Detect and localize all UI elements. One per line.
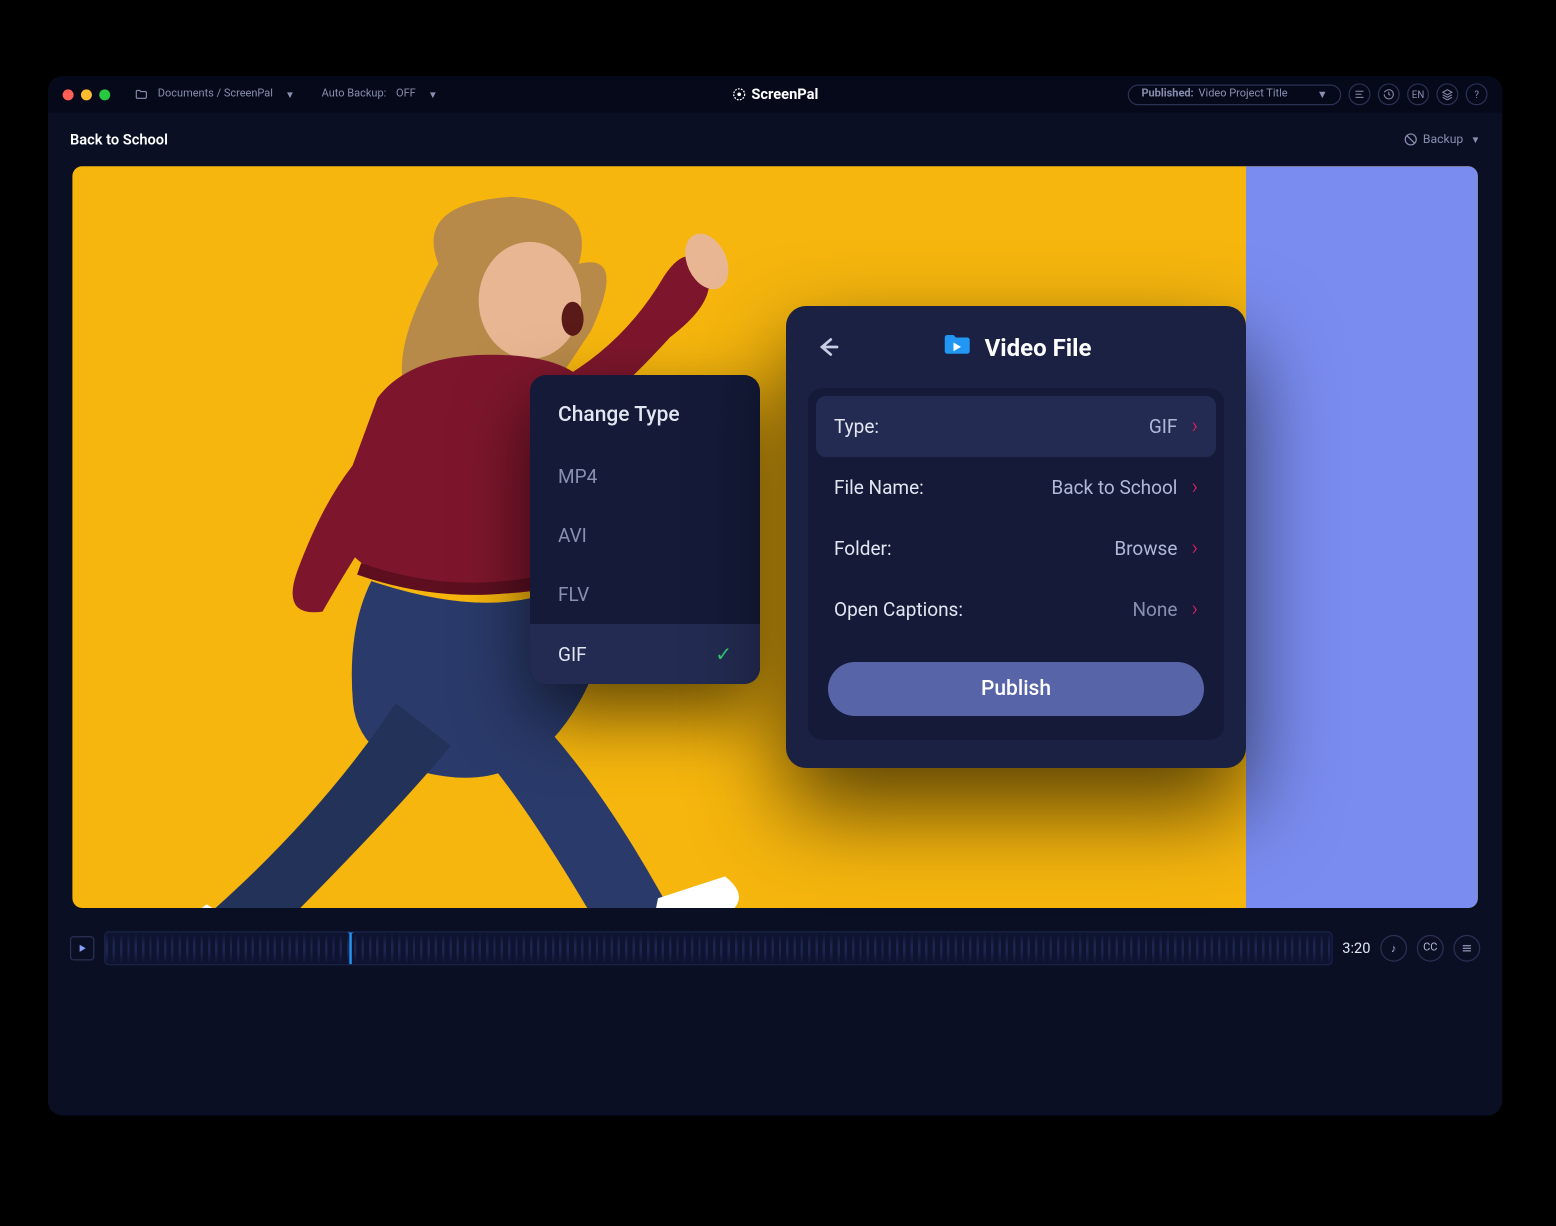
canvas-wrap: [48, 166, 1502, 908]
duration: 3:20: [1342, 940, 1370, 957]
video-file-title: Video File: [985, 334, 1092, 362]
topbar-right: Published: Video Project Title ▼ EN ?: [1128, 83, 1488, 105]
chevron-down-icon: ▼: [1317, 88, 1328, 101]
brand: ScreenPal: [732, 86, 818, 103]
menu-icon[interactable]: [1453, 935, 1480, 962]
auto-backup-label: Auto Backup:: [322, 88, 387, 100]
type-option-gif[interactable]: GIF ✓: [530, 624, 760, 684]
published-dropdown[interactable]: Published: Video Project Title ▼: [1128, 84, 1341, 105]
topbar: Documents / ScreenPal ▼ Auto Backup: OFF…: [48, 76, 1502, 113]
breadcrumb[interactable]: Documents / ScreenPal: [158, 88, 273, 100]
maximize-dot[interactable]: [99, 89, 110, 100]
row-folder[interactable]: Folder: Browse ›: [816, 518, 1216, 579]
playhead[interactable]: [349, 931, 351, 965]
back-arrow-icon[interactable]: [812, 332, 842, 366]
brand-text: ScreenPal: [751, 86, 818, 103]
timeline-track[interactable]: 1:08:00: [104, 931, 1332, 965]
video-preview[interactable]: [72, 166, 1477, 908]
row-captions[interactable]: Open Captions: None ›: [816, 579, 1216, 640]
change-type-panel: Change Type MP4 AVI FLV GIF ✓: [530, 375, 760, 684]
chevron-down-icon: ▼: [1471, 134, 1481, 145]
music-icon[interactable]: ♪: [1380, 935, 1407, 962]
video-file-folder-icon: [941, 330, 971, 366]
timeline-right: 3:20 ♪ CC: [1342, 935, 1480, 962]
minimize-dot[interactable]: [81, 89, 92, 100]
brand-icon: [732, 87, 747, 102]
folder-label: Folder:: [834, 537, 892, 560]
row-filename[interactable]: File Name: Back to School ›: [816, 457, 1216, 518]
type-label: Type:: [834, 415, 879, 438]
waveform: [105, 932, 1331, 964]
preview-blue-panel: [1246, 166, 1478, 908]
video-file-body: Type: GIF › File Name: Back to School › Fo…: [808, 388, 1224, 740]
row-type[interactable]: Type: GIF ›: [816, 396, 1216, 457]
type-option-mp4[interactable]: MP4: [530, 447, 760, 506]
chevron-right-icon: ›: [1191, 414, 1198, 439]
change-type-title: Change Type: [530, 403, 760, 447]
chevron-right-icon: ›: [1191, 536, 1198, 561]
publish-label: Publish: [981, 677, 1051, 701]
window-traffic-lights: [63, 89, 111, 100]
play-button[interactable]: [70, 936, 94, 960]
folder-value: Browse: [1114, 537, 1177, 560]
header: Back to School Backup ▼: [48, 113, 1502, 167]
breadcrumb-caret-icon: ▼: [285, 89, 295, 100]
backup-menu[interactable]: Backup ▼: [1403, 132, 1480, 147]
captions-value: None: [1132, 598, 1177, 621]
app-window: Documents / ScreenPal ▼ Auto Backup: OFF…: [48, 76, 1502, 1115]
video-file-panel: Video File Type: GIF › File Name: Back to…: [786, 306, 1246, 768]
filename-label: File Name:: [834, 476, 924, 499]
auto-backup-value[interactable]: OFF: [396, 88, 416, 100]
chevron-right-icon: ›: [1191, 597, 1198, 622]
chevron-right-icon: ›: [1191, 475, 1198, 500]
language-button[interactable]: EN: [1407, 83, 1429, 105]
published-value: Video Project Title: [1199, 88, 1288, 100]
type-option-avi[interactable]: AVI: [530, 506, 760, 565]
publish-button[interactable]: Publish: [828, 662, 1204, 716]
filename-value: Back to School: [1051, 476, 1177, 499]
backup-label: Backup: [1423, 133, 1463, 146]
published-label: Published:: [1141, 88, 1193, 100]
folder-icon: [135, 88, 148, 101]
page-title: Back to School: [70, 131, 168, 148]
no-backup-icon: [1403, 132, 1418, 147]
close-dot[interactable]: [63, 89, 74, 100]
type-option-flv[interactable]: FLV: [530, 565, 760, 624]
check-icon: ✓: [715, 642, 732, 666]
cc-button[interactable]: CC: [1417, 935, 1444, 962]
queue-icon[interactable]: [1349, 83, 1371, 105]
type-value: GIF: [1149, 415, 1178, 438]
timeline: 1:08:00 3:20 ♪ CC: [48, 908, 1502, 976]
help-icon[interactable]: ?: [1466, 83, 1488, 105]
auto-backup-caret-icon: ▼: [428, 89, 438, 100]
layers-icon[interactable]: [1436, 83, 1458, 105]
captions-label: Open Captions:: [834, 598, 963, 621]
history-icon[interactable]: [1378, 83, 1400, 105]
video-file-header: Video File: [808, 330, 1224, 366]
